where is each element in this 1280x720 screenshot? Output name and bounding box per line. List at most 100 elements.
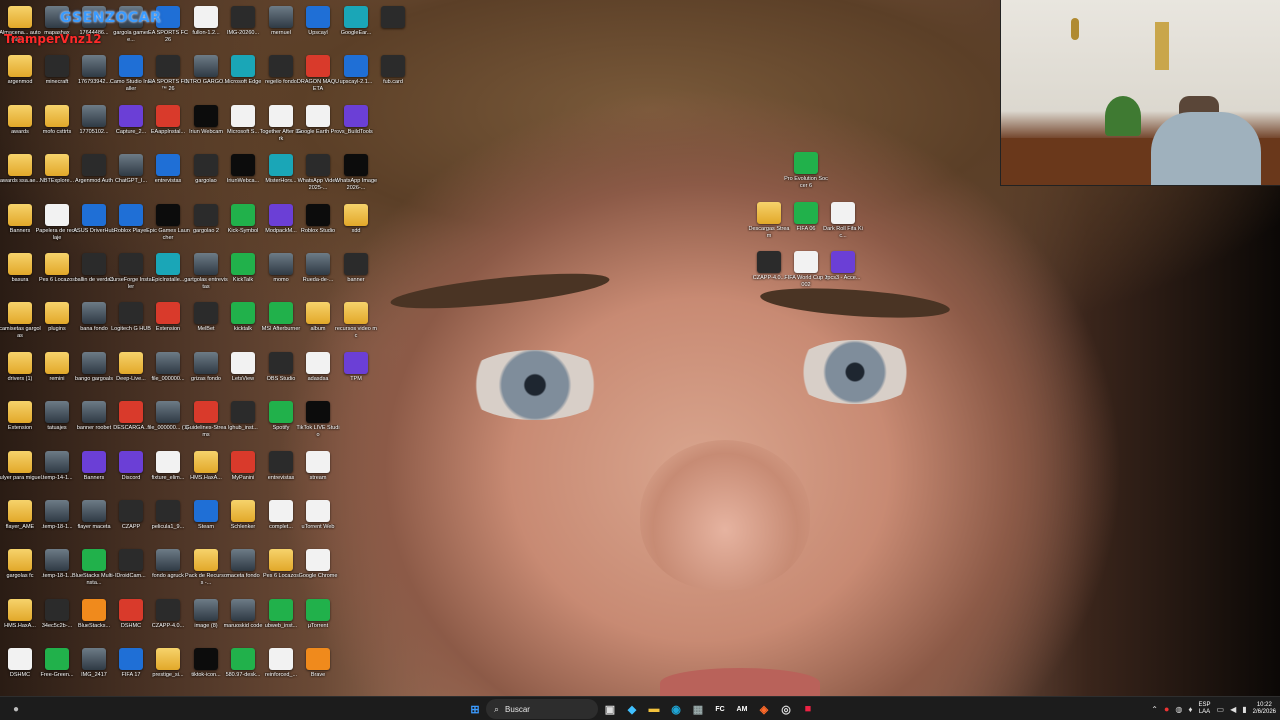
desktop-icon[interactable]: banner roobet [74, 401, 114, 449]
desktop-icon[interactable]: OBS Studio [261, 351, 301, 400]
desktop-icon[interactable]: 580.97-desk... [223, 648, 263, 696]
desktop-icon[interactable]: plugins [37, 302, 77, 350]
desktop-icon[interactable]: Google Earth Pro [297, 104, 339, 153]
calculator-icon[interactable]: ▦ [688, 699, 708, 719]
desktop-icon[interactable]: DroidCam... [111, 549, 151, 597]
desktop-icon[interactable]: Extension [148, 302, 188, 350]
desktop-icon[interactable]: Banners [74, 450, 114, 499]
desktop-icon[interactable]: regello fondo [261, 55, 301, 103]
desktop-icon[interactable]: BlueStacks Multi-Insta... [72, 549, 116, 597]
desktop-icon[interactable]: WhatsApp Image 2026-... [335, 154, 377, 202]
desktop-icon[interactable]: drivers (1) [0, 351, 40, 400]
desktop-icon[interactable]: adasdsa [298, 351, 338, 400]
desktop-icon[interactable]: ChatGPT_I... [111, 154, 151, 202]
desktop-icon[interactable]: maruoskid code [223, 598, 263, 647]
desktop-icon[interactable]: vs_BuildTools [336, 104, 376, 153]
desktop-icon[interactable]: prestige_si... [148, 648, 188, 696]
desktop-icon[interactable]: tiktok-icon... [186, 648, 226, 696]
desktop-icon[interactable]: Steam [186, 500, 226, 548]
desktop-icon[interactable]: Microsoft S... [223, 104, 263, 153]
desktop-icon[interactable]: Pes 6 Locazos [37, 253, 77, 301]
desktop-icon[interactable]: Rueda-de-... [298, 253, 338, 301]
desktop-icon[interactable]: 34ec5c2b-... [37, 598, 77, 647]
tray-app-icon[interactable]: ● [1164, 704, 1169, 714]
desktop-icon[interactable]: ASUS DriverHub [73, 203, 115, 252]
desktop-icon[interactable]: MyPanini [223, 450, 263, 499]
desktop-icon[interactable]: Capture_2... [111, 104, 151, 153]
ame-icon[interactable]: AM [732, 699, 752, 719]
desktop-icon[interactable]: CZAPP-4.0... [749, 251, 789, 299]
desktop-icon[interactable]: EA SPORTS FC™ 26 [148, 55, 188, 103]
desktop-icon[interactable]: FIFA 17 [111, 648, 151, 696]
copilot-icon[interactable]: ◆ [622, 699, 642, 719]
desktop-icon[interactable] [373, 6, 413, 54]
brave-icon[interactable]: ◈ [754, 699, 774, 719]
desktop-icon[interactable]: momo [261, 253, 301, 301]
desktop-icon[interactable]: DSHMC [0, 648, 40, 696]
desktop-icon[interactable]: IMG-20260... [223, 6, 263, 54]
desktop-icon[interactable]: ModpackM... [261, 203, 301, 252]
desktop-icon[interactable]: minecraft [37, 55, 77, 103]
desktop-icon[interactable]: basura [0, 253, 40, 301]
desktop-icon[interactable]: HMS.HaxA... [0, 598, 40, 647]
desktop-icon[interactable]: remini [37, 351, 77, 400]
display-icon[interactable]: ▭ [1217, 705, 1225, 714]
volume-icon[interactable]: ◀ [1230, 705, 1236, 714]
network-icon[interactable]: ◍ [1175, 705, 1182, 714]
desktop-icon[interactable]: EpicInstalle... [148, 253, 188, 301]
desktop-icon[interactable]: awards ssa.ae... [0, 154, 40, 202]
desktop-icon[interactable]: Guidelines-Streams [186, 401, 226, 449]
desktop-icon[interactable]: .temp-14-1... [37, 450, 77, 499]
desktop-icon[interactable]: .temp-18-1... [37, 549, 77, 597]
desktop-icon[interactable]: CurseForge Installer [109, 253, 153, 301]
desktop-icon[interactable]: tatuajes [37, 401, 77, 449]
desktop-icon[interactable]: LetsView [223, 351, 263, 400]
taskbar-search[interactable]: ⌕ Buscar [486, 699, 598, 719]
desktop-icon[interactable]: pelicula1_9... [148, 500, 188, 548]
desktop-icon[interactable]: Brave [298, 648, 338, 696]
desktop-icon[interactable]: ubweb_inst... [261, 598, 301, 647]
desktop-icon[interactable]: FIFA World Cup 2002 [784, 251, 828, 299]
fc-icon[interactable]: FC [710, 699, 730, 719]
edge-icon[interactable]: ◉ [666, 699, 686, 719]
desktop-icon[interactable]: Google Chrome [298, 549, 338, 597]
chevron-up-icon[interactable]: ⌃ [1151, 705, 1158, 714]
desktop-icon[interactable]: HMS.HaxA... [186, 450, 226, 499]
desktop-icon[interactable]: Kick-Symbol [223, 203, 263, 252]
battery-icon[interactable]: ▮ [1242, 705, 1246, 714]
desktop-icon[interactable]: Dark Roll Fifa Kic... [823, 202, 863, 250]
desktop-icon[interactable]: grizas fondo [186, 351, 226, 400]
desktop-icon[interactable]: IriunWebca... [223, 154, 263, 202]
desktop-icon[interactable]: entrevistas [261, 450, 301, 499]
desktop-icon[interactable]: Discord [111, 450, 151, 499]
desktop-icon[interactable]: DESCARGA... [111, 401, 151, 449]
desktop-icon[interactable]: awards [0, 104, 40, 153]
desktop-icon[interactable]: complet... [261, 500, 301, 548]
desktop-icon[interactable]: bana fondo [74, 302, 114, 350]
desktop-icon[interactable]: gargolas fc [0, 549, 40, 597]
desktop-icon[interactable]: camisetas gargolas [0, 302, 41, 350]
desktop-icon[interactable]: DRAGON MAQUETA [297, 55, 339, 103]
desktop-icon[interactable]: reinforced_... [261, 648, 301, 696]
desktop-icon[interactable]: TikTok LIVE Studio [296, 401, 340, 449]
desktop-icon[interactable]: rpcs3 - Acce... [823, 251, 863, 299]
desktop-icon[interactable]: fixture_elim... [148, 450, 188, 499]
desktop-icon[interactable]: flayer_AME [0, 500, 40, 548]
desktop-icon[interactable]: MelBet [186, 302, 226, 350]
desktop-icon[interactable]: INTRO GARGO... [184, 55, 228, 103]
desktop-icon[interactable]: Banners [0, 203, 40, 252]
desktop-icon[interactable]: upscayl-2.1... [336, 55, 376, 103]
obs-icon[interactable]: ◎ [776, 699, 796, 719]
start-button[interactable]: ⊞ [465, 699, 485, 719]
desktop-icon[interactable]: image (8) [186, 598, 226, 647]
desktop-icon[interactable]: entrevistas [148, 154, 188, 202]
desktop-icon[interactable]: MSI Afterburner [261, 302, 301, 350]
desktop-icon[interactable]: maceta fondo [223, 549, 263, 597]
desktop-icon[interactable]: ballin de verdad [74, 253, 114, 301]
desktop-icon[interactable]: uTorrent Web [298, 500, 338, 548]
desktop-icon[interactable]: fulyer para miguel [0, 450, 42, 499]
desktop-icon[interactable]: file_000000... (1) [147, 401, 189, 449]
desktop-icon[interactable]: Descargas Stream [749, 202, 789, 250]
desktop-icon[interactable]: Deep-Live... [111, 351, 151, 400]
desktop-icon[interactable]: argenmod [0, 55, 40, 103]
